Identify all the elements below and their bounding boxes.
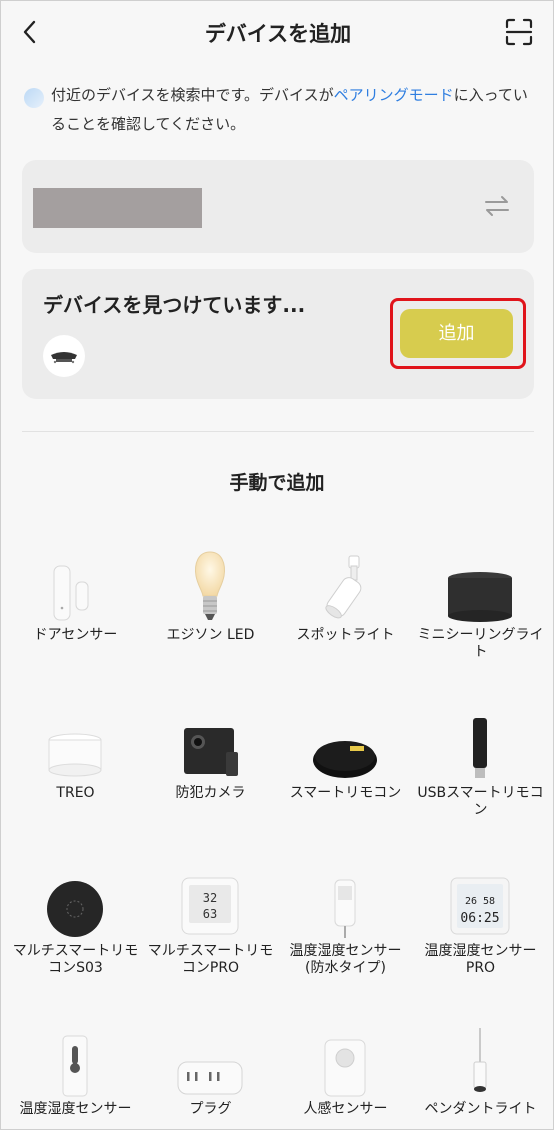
svg-text:06:25: 06:25 xyxy=(460,911,499,926)
device-label: プラグ xyxy=(189,1101,232,1117)
device-label: スマートリモコン xyxy=(289,785,402,801)
device-pendant-light[interactable]: ペンダントライト xyxy=(413,1023,548,1123)
waterproof-thermometer-icon xyxy=(334,879,356,938)
edison-bulb-icon xyxy=(195,551,225,620)
motion-sensor-icon xyxy=(324,1039,366,1097)
device-label: エジソン LED xyxy=(166,627,255,643)
notice-text-before: 付近のデバイスを検索中です。デバイスが xyxy=(51,86,334,104)
device-multi-remote-s03[interactable]: マルチスマートリモコンS03 xyxy=(8,865,143,1023)
add-button[interactable]: 追加 xyxy=(400,309,513,358)
ceiling-light-icon xyxy=(448,572,512,622)
multi-remote-s03-icon xyxy=(47,881,103,937)
device-thermometer[interactable]: 温度湿度センサー xyxy=(8,1023,143,1123)
scan-button[interactable] xyxy=(505,18,533,46)
multi-remote-pro-icon: 32 63 xyxy=(181,877,239,935)
found-device-title: デバイスを見つけています... xyxy=(43,293,306,317)
searching-notice: 付近のデバイスを検索中です。デバイスがペアリングモードに入っていることを確認して… xyxy=(23,81,535,139)
spotlight-icon xyxy=(325,555,362,619)
device-motion-sensor[interactable]: 人感センサー xyxy=(278,1023,413,1123)
thermometer-pro-icon: 26 58 06:25 xyxy=(450,877,510,935)
scan-icon xyxy=(505,18,533,46)
svg-text:32: 32 xyxy=(203,891,217,905)
device-edison-led[interactable]: エジソン LED xyxy=(143,549,278,707)
swap-arrows-icon xyxy=(485,196,509,216)
page-title: デバイスを追加 xyxy=(204,22,352,46)
device-mini-ceiling-light[interactable]: ミニシーリングライト xyxy=(413,549,548,707)
device-label: 温度湿度センサー(防水タイプ) xyxy=(289,943,402,976)
security-camera-icon xyxy=(184,728,238,776)
usb-remote-icon xyxy=(473,718,487,778)
device-thermometer-pro[interactable]: 26 58 06:25 温度湿度センサーPRO xyxy=(413,865,548,1023)
device-usb-remote[interactable]: USBスマートリモコン xyxy=(413,707,548,865)
robot-device-icon xyxy=(51,352,77,364)
add-device-screen: デバイスを追加 付近のデバイスを検索中です。デバイスがペアリングモードに入ってい… xyxy=(0,0,554,1130)
found-device-thumbnail[interactable] xyxy=(43,335,85,377)
device-label: USBスマートリモコン xyxy=(417,785,544,818)
device-label: ドアセンサー xyxy=(33,627,118,643)
device-label: ペンダントライト xyxy=(424,1101,537,1117)
device-waterproof-thermometer[interactable]: 温度湿度センサー(防水タイプ) xyxy=(278,865,413,1023)
divider xyxy=(22,431,534,432)
device-plug[interactable]: プラグ xyxy=(143,1023,278,1123)
found-device-card: デバイスを見つけています... 追加 xyxy=(22,269,534,399)
device-treo[interactable]: TREO xyxy=(8,707,143,865)
device-label: 温度湿度センサー xyxy=(19,1101,132,1117)
wifi-name-redacted xyxy=(33,188,202,228)
device-security-camera[interactable]: 防犯カメラ xyxy=(143,707,278,865)
device-label: ミニシーリングライト xyxy=(417,627,544,660)
svg-text:63: 63 xyxy=(203,907,217,921)
device-spotlight[interactable]: スポットライト xyxy=(278,549,413,707)
door-sensor-icon xyxy=(53,565,89,621)
device-label: スポットライト xyxy=(296,627,395,643)
smart-remote-icon xyxy=(313,741,377,778)
device-label: マルチスマートリモコンPRO xyxy=(147,943,274,976)
header: デバイスを追加 xyxy=(1,1,553,65)
svg-text:26 58: 26 58 xyxy=(465,896,495,907)
pairing-mode-link[interactable]: ペアリングモード xyxy=(334,86,454,104)
device-label: マルチスマートリモコンS03 xyxy=(12,943,139,976)
device-smart-remote[interactable]: スマートリモコン xyxy=(278,707,413,865)
device-grid: ドアセンサー エジソン LED スポットライト ミニシーリングライト TREO … xyxy=(8,549,548,1123)
device-label: 人感センサー xyxy=(303,1101,388,1117)
wifi-card xyxy=(22,160,534,253)
searching-icon xyxy=(24,88,44,108)
device-multi-remote-pro[interactable]: 32 63 マルチスマートリモコンPRO xyxy=(143,865,278,1023)
thermometer-icon xyxy=(62,1035,88,1097)
plug-icon xyxy=(177,1061,243,1095)
device-door-sensor[interactable]: ドアセンサー xyxy=(8,549,143,707)
manual-add-title: 手動で追加 xyxy=(229,472,325,494)
device-label: 防犯カメラ xyxy=(175,785,246,801)
treo-light-icon xyxy=(48,733,102,777)
device-label: 温度湿度センサーPRO xyxy=(424,943,537,976)
device-label: TREO xyxy=(56,785,95,801)
switch-wifi-button[interactable] xyxy=(484,195,510,217)
pendant-light-icon xyxy=(473,1028,487,1092)
